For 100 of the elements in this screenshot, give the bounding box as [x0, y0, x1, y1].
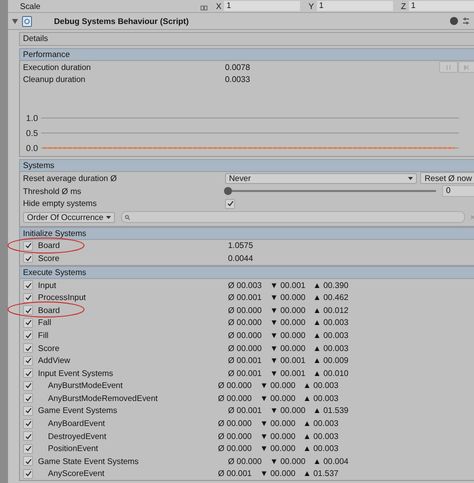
average-time: Ø 00.003: [228, 280, 263, 290]
stat-label: Execution duration: [23, 62, 92, 72]
average-time: Ø 00.000: [228, 306, 263, 315]
average-time: Ø 00.000: [218, 381, 253, 390]
threshold-field[interactable]: 0: [442, 185, 474, 198]
search-field[interactable]: [121, 211, 466, 224]
checkbox[interactable]: [23, 356, 33, 366]
checkbox[interactable]: [23, 380, 33, 391]
min-time: ▼ 00.000: [260, 432, 296, 441]
max-time: ▲ 00.012: [313, 306, 350, 315]
checkbox[interactable]: [23, 343, 33, 354]
stat-label: Cleanup duration: [23, 75, 86, 84]
min-time: ▼ 00.000: [270, 293, 306, 302]
reset-button[interactable]: Reset Ø now: [420, 172, 474, 184]
checkbox[interactable]: [23, 318, 33, 328]
axis-label: Y: [308, 2, 314, 11]
max-time: ▲ 00.004: [313, 456, 350, 466]
system-name: Board: [38, 241, 60, 250]
system-name: Game Event Systems: [38, 406, 118, 416]
number-field[interactable]: 1: [408, 1, 474, 11]
average-time: Ø 00.001: [218, 469, 253, 478]
checkbox[interactable]: [23, 393, 33, 404]
axis-tick: 1.0: [26, 113, 460, 124]
settings-icon[interactable]: [462, 17, 470, 25]
min-time: ▼ 00.000: [270, 306, 306, 315]
setting-label: Reset average duration Ø: [23, 174, 118, 183]
caret-icon: [106, 216, 111, 219]
system-name: Score: [38, 344, 60, 353]
average-time: Ø 00.000: [228, 318, 263, 328]
order-dropdown[interactable]: Order Of Occurrence: [23, 212, 115, 223]
script-icon: [22, 16, 32, 26]
checkbox[interactable]: [23, 431, 33, 442]
checkbox[interactable]: [23, 280, 33, 290]
checkbox[interactable]: [23, 305, 33, 316]
average-time: Ø 00.000: [228, 456, 263, 466]
setting-label: Threshold Ø ms: [23, 186, 82, 196]
checkbox[interactable]: [23, 330, 33, 340]
max-time: ▲ 00.003: [303, 432, 340, 441]
system-name: Board: [38, 306, 60, 315]
axis-label: X: [216, 2, 222, 11]
section-header: Execute Systems: [19, 266, 474, 279]
step-icon: [464, 64, 470, 70]
section-header: Performance: [19, 48, 474, 61]
checkbox[interactable]: [23, 456, 33, 466]
checkbox[interactable]: [23, 406, 33, 416]
system-name: DestroyedEvent: [48, 432, 106, 441]
max-time: ▲ 00.003: [313, 330, 350, 340]
checkbox[interactable]: [23, 468, 33, 479]
system-name: ProcessInput: [38, 293, 86, 302]
checkbox[interactable]: [23, 292, 33, 303]
component-title: Debug Systems Behaviour (Script): [54, 16, 190, 26]
stat-value: 0.0033: [225, 75, 252, 84]
average-time: Ø 00.000: [228, 344, 263, 353]
pause-icon: [446, 64, 451, 70]
max-time: ▲ 00.003: [303, 419, 340, 428]
stat-value: 0.0078: [225, 62, 252, 72]
min-time: ▼ 00.000: [270, 330, 306, 340]
system-name: AnyBurstModeRemovedEvent: [48, 394, 158, 403]
axis-label: Z: [400, 2, 406, 11]
number-field[interactable]: 1: [224, 1, 300, 11]
min-time: ▼ 00.000: [260, 381, 296, 390]
checkbox[interactable]: [23, 368, 33, 378]
checkbox[interactable]: [23, 253, 33, 264]
system-time: 0.0044: [228, 254, 254, 263]
y-tick-label: 0.0: [26, 143, 38, 154]
min-time: ▼ 00.000: [260, 419, 296, 428]
max-time: ▲ 01.539: [313, 406, 350, 416]
checkbox[interactable]: [225, 198, 235, 209]
min-time: ▼ 00.001: [270, 356, 306, 366]
average-time: Ø 00.000: [228, 330, 263, 340]
system-name: AnyBurstModeEvent: [48, 381, 123, 390]
min-time: ▼ 00.001: [270, 368, 306, 378]
section-header: Initialize Systems: [19, 226, 474, 240]
checkbox[interactable]: [23, 240, 33, 251]
max-time: ▲ 00.390: [313, 280, 350, 290]
system-name: Input: [38, 280, 56, 290]
checkbox[interactable]: [23, 444, 33, 454]
system-name: Input Event Systems: [38, 368, 114, 378]
max-time: ▲ 00.003: [303, 394, 340, 403]
link-icon[interactable]: [200, 5, 208, 11]
y-tick-label: 1.0: [26, 113, 38, 124]
system-name: Game State Event Systems: [38, 456, 139, 466]
max-time: ▲ 00.010: [313, 368, 350, 378]
max-time: ▲ 00.462: [313, 293, 350, 302]
axis-tick: 0.5: [26, 128, 460, 138]
section-header: Systems: [19, 159, 474, 172]
average-time: Ø 00.001: [228, 356, 263, 366]
average-time: Ø 00.000: [218, 444, 253, 454]
min-time: ▼ 00.000: [270, 456, 306, 466]
checkbox[interactable]: [23, 418, 33, 429]
slider-thumb[interactable]: [224, 187, 232, 196]
foldout-arrow-icon[interactable]: [12, 18, 18, 24]
min-time: ▼ 00.000: [260, 394, 296, 403]
number-field[interactable]: 1: [316, 1, 393, 11]
system-name: AddView: [38, 356, 70, 366]
axis-tick: 0.0: [26, 143, 460, 154]
reset-dropdown[interactable]: Never: [225, 172, 417, 184]
details-foldout[interactable]: Details: [19, 32, 474, 46]
search-icon: [125, 214, 130, 220]
min-time: ▼ 00.000: [260, 444, 296, 454]
